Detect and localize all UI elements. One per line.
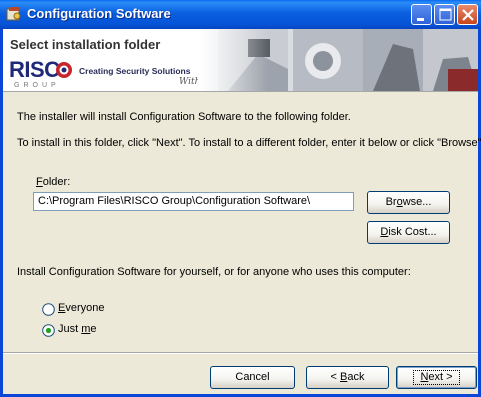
install-for-text: Install Configuration Software for yours… bbox=[17, 266, 411, 278]
maximize-icon bbox=[439, 8, 452, 21]
browse-button[interactable]: Browse... bbox=[367, 191, 450, 214]
everyone-label[interactable]: Everyone bbox=[58, 302, 104, 314]
just-me-label-post: e bbox=[90, 323, 97, 335]
folder-label-rest: older: bbox=[42, 176, 71, 188]
close-icon bbox=[462, 9, 474, 21]
back-label-pre: < bbox=[330, 371, 340, 383]
next-focus-ring: Next > bbox=[413, 370, 460, 385]
cancel-button[interactable]: Cancel bbox=[210, 366, 295, 389]
risco-logo-text: RISC bbox=[9, 57, 60, 82]
disk-cost-button[interactable]: Disk Cost... bbox=[367, 221, 450, 244]
risco-logo-subtext: GROUP bbox=[14, 82, 60, 89]
intro-text: The installer will install Configuration… bbox=[17, 111, 351, 123]
installer-icon bbox=[6, 7, 21, 21]
just-me-radio[interactable] bbox=[42, 324, 55, 337]
everyone-label-rest: veryone bbox=[65, 302, 105, 314]
footer-divider bbox=[3, 352, 478, 354]
page-heading: Select installation folder bbox=[10, 37, 161, 52]
just-me-label-pre: Just bbox=[58, 323, 82, 335]
back-label-post: ack bbox=[347, 371, 365, 383]
back-button[interactable]: < Back bbox=[306, 366, 389, 389]
folder-label: Folder: bbox=[36, 176, 70, 188]
window-title: Configuration Software bbox=[27, 6, 171, 21]
everyone-radio[interactable] bbox=[42, 303, 55, 316]
slogan: Creating Security Solutions bbox=[79, 66, 191, 76]
next-button[interactable]: Next > bbox=[396, 366, 477, 389]
next-label-post: ext > bbox=[428, 371, 453, 383]
browse-label-pre: Br bbox=[385, 196, 397, 208]
folder-label-hotkey: F bbox=[36, 176, 43, 188]
minimize-icon bbox=[417, 18, 424, 21]
installer-window: Configuration Software Select installati… bbox=[0, 0, 481, 397]
risco-logo-icon bbox=[56, 62, 72, 78]
title-bar[interactable]: Configuration Software bbox=[0, 0, 481, 29]
maximize-button[interactable] bbox=[434, 4, 455, 25]
header-banner: Select installation folder RISC GROUP Cr… bbox=[3, 29, 478, 92]
browse-label-post: wse... bbox=[402, 196, 432, 208]
just-me-label[interactable]: Just me bbox=[58, 323, 97, 335]
minimize-button[interactable] bbox=[411, 4, 432, 25]
disk-cost-label-post: isk Cost... bbox=[388, 226, 437, 238]
banner-photo-collage bbox=[198, 29, 478, 91]
folder-path-input[interactable]: C:\Program Files\RISCO Group\Configurati… bbox=[33, 192, 354, 211]
close-button[interactable] bbox=[457, 4, 478, 25]
instructions-text: To install in this folder, click "Next".… bbox=[17, 137, 481, 149]
